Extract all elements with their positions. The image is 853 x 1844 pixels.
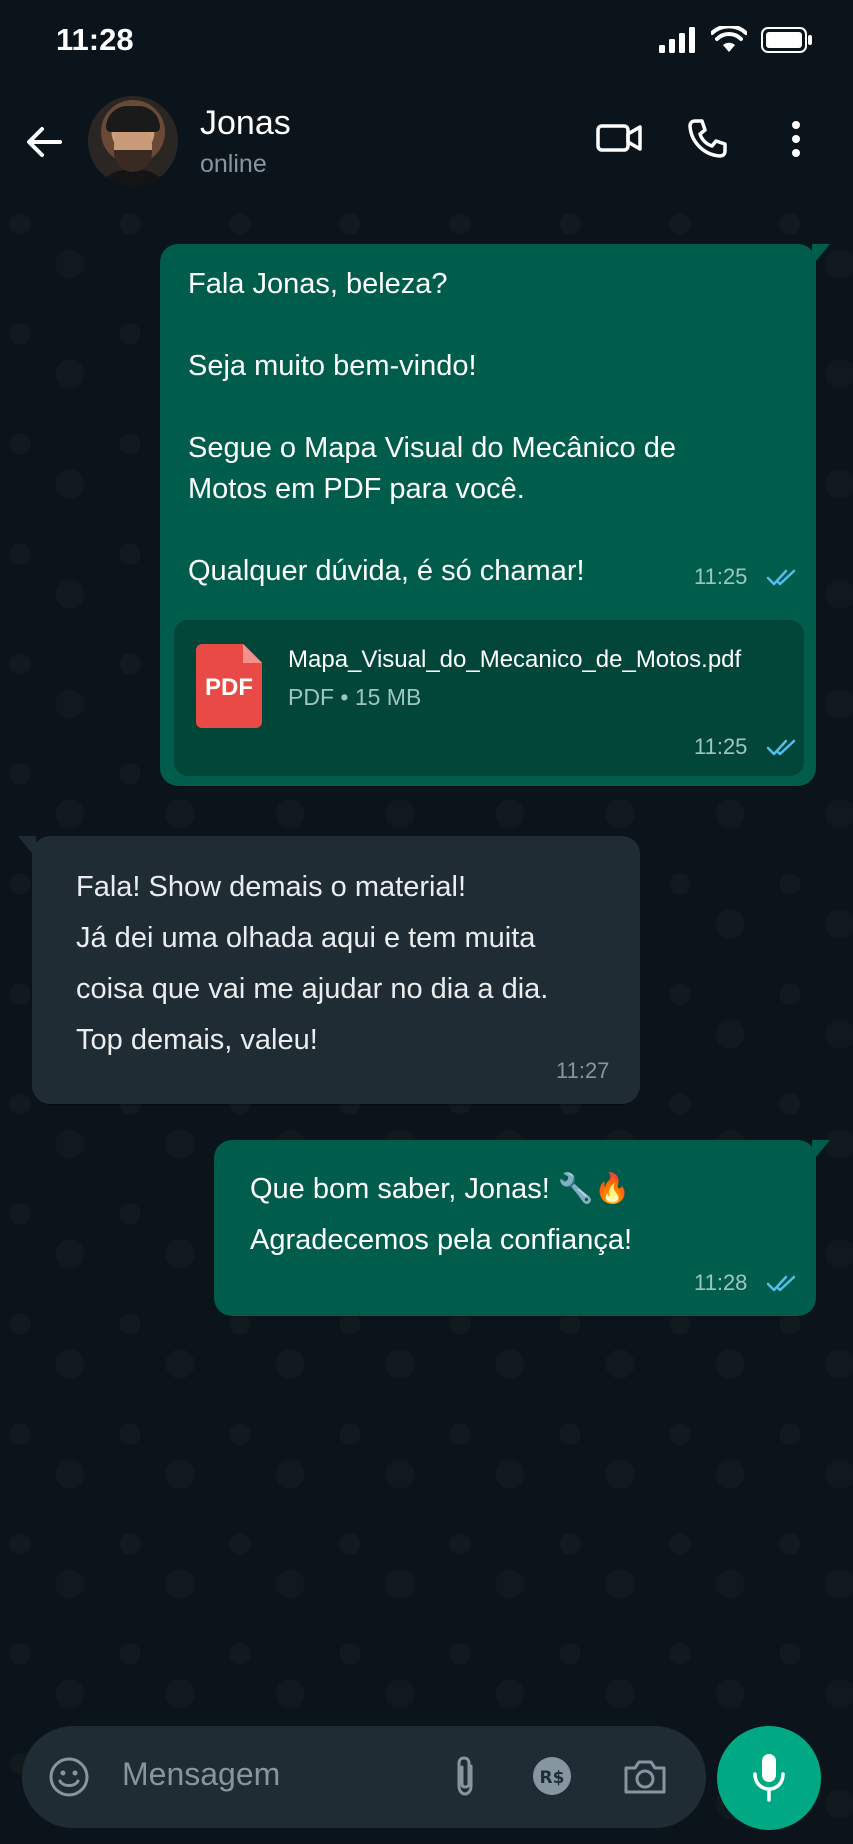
more-options-icon[interactable] <box>786 118 806 160</box>
attach-icon[interactable] <box>450 1754 480 1798</box>
mic-button[interactable] <box>717 1726 821 1830</box>
signal-icon <box>659 27 695 53</box>
status-icons <box>659 26 813 54</box>
svg-text:R$: R$ <box>540 1768 565 1788</box>
emoji-icon[interactable] <box>48 1756 90 1798</box>
back-arrow-icon[interactable] <box>20 117 70 167</box>
message-input[interactable]: Mensagem <box>122 1756 280 1793</box>
status-time: 11:28 <box>56 22 134 57</box>
message-time: 11:27 <box>556 1058 610 1083</box>
message-bubble-incoming[interactable]: Fala! Show demais o material! Já dei uma… <box>18 836 640 1104</box>
contact-status: online <box>200 150 267 178</box>
message-time: 11:25 <box>694 564 748 589</box>
document-name: Mapa_Visual_do_Mecanico_de_Motos.pdf <box>288 646 742 673</box>
contact-name[interactable]: Jonas <box>200 104 291 143</box>
avatar[interactable] <box>88 96 178 186</box>
camera-icon[interactable] <box>622 1756 668 1796</box>
message-text: Fala Jonas, beleza? Seja muito bem-vindo… <box>188 268 676 587</box>
message-text: Fala! Show demais o material! Já dei uma… <box>76 871 549 1056</box>
read-ticks-icon <box>766 1275 796 1292</box>
battery-icon <box>761 27 812 53</box>
phone-icon[interactable] <box>686 118 728 160</box>
message-bubble-outgoing[interactable]: Que bom saber, Jonas! 🔧🔥 Agradecemos pel… <box>214 1140 830 1316</box>
mic-icon <box>753 1754 785 1802</box>
chat-header: Jonas online <box>0 84 853 204</box>
status-bar: 11:28 <box>0 0 853 84</box>
video-call-icon[interactable] <box>596 118 642 158</box>
message-bubble-outgoing[interactable]: Fala Jonas, beleza? Seja muito bem-vindo… <box>160 244 830 786</box>
document-meta: PDF • 15 MB <box>288 684 422 710</box>
pdf-badge: PDF <box>205 674 253 701</box>
payment-icon[interactable]: R$ <box>530 1754 574 1798</box>
read-ticks-icon <box>766 569 796 586</box>
read-ticks-icon <box>766 739 796 756</box>
message-time: 11:25 <box>694 734 748 759</box>
message-text: Que bom saber, Jonas! 🔧🔥 Agradecemos pel… <box>250 1173 633 1256</box>
message-composer[interactable]: Mensagem R$ <box>22 1726 706 1828</box>
wifi-icon <box>711 26 747 52</box>
message-time: 11:28 <box>694 1270 748 1295</box>
